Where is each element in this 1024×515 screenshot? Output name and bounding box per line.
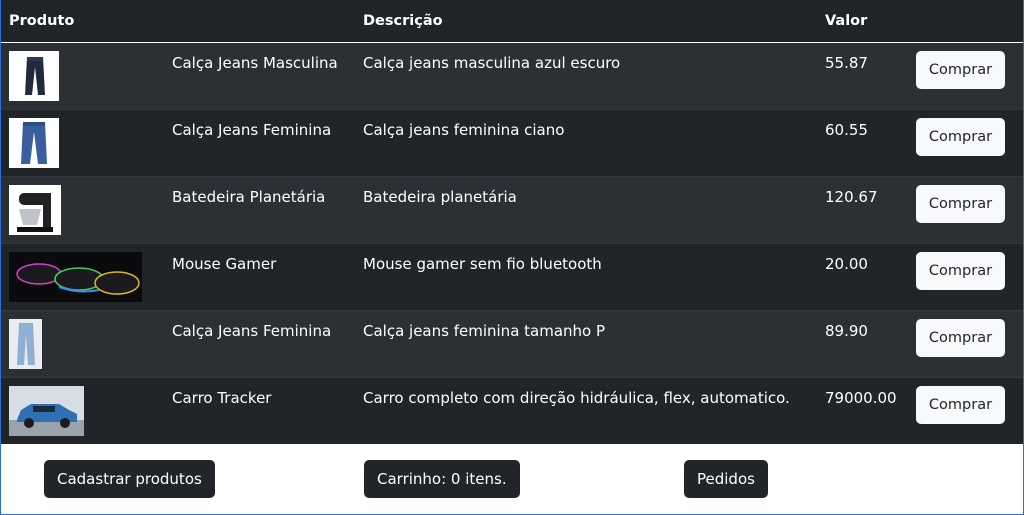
product-price: 89.90 <box>817 309 908 377</box>
table-row: Calça Jeans Masculina Calça jeans mascul… <box>1 41 1023 109</box>
product-description: Calça jeans feminina ciano <box>355 108 817 176</box>
product-description: Carro completo com direção hidráulica, f… <box>355 376 817 444</box>
product-price: 20.00 <box>817 242 908 310</box>
blue-jeans-image <box>9 117 59 168</box>
product-name: Carro Tracker <box>164 376 355 444</box>
dark-jeans-image <box>9 50 59 101</box>
product-price: 60.55 <box>817 108 908 176</box>
buy-button[interactable]: Comprar <box>916 117 1005 156</box>
table-row: Mouse Gamer Mouse gamer sem fio bluetoot… <box>1 242 1023 310</box>
buy-button[interactable]: Comprar <box>916 184 1005 223</box>
table-row: Carro Tracker Carro completo com direção… <box>1 376 1023 444</box>
product-description: Calça jeans feminina tamanho P <box>355 309 817 377</box>
product-price: 120.67 <box>817 175 908 243</box>
product-name: Batedeira Planetária <box>164 175 355 243</box>
product-name: Mouse Gamer <box>164 242 355 310</box>
product-name: Calça Jeans Masculina <box>164 41 355 109</box>
table-header-row: Produto Descrição Valor <box>1 0 1023 43</box>
buy-button[interactable]: Comprar <box>916 50 1005 89</box>
table-row: Calça Jeans Feminina Calça jeans feminin… <box>1 108 1023 176</box>
product-price: 55.87 <box>817 41 908 109</box>
header-descricao: Descrição <box>355 0 817 43</box>
table-row: Calça Jeans Feminina Calça jeans feminin… <box>1 309 1023 377</box>
product-description: Mouse gamer sem fio bluetooth <box>355 242 817 310</box>
light-jeans-image <box>9 318 42 369</box>
gamer-mouse-image <box>9 251 142 302</box>
product-description: Batedeira planetária <box>355 175 817 243</box>
header-valor: Valor <box>817 0 908 43</box>
carrinho-button[interactable]: Carrinho: 0 itens. <box>364 460 520 498</box>
header-produto: Produto <box>1 0 164 43</box>
buy-button[interactable]: Comprar <box>916 251 1005 290</box>
product-description: Calça jeans masculina azul escuro <box>355 41 817 109</box>
product-name: Calça Jeans Feminina <box>164 108 355 176</box>
pedidos-button[interactable]: Pedidos <box>684 460 768 498</box>
product-name: Calça Jeans Feminina <box>164 309 355 377</box>
products-table: Produto Descrição Valor Calça Jeans Masc… <box>1 0 1023 444</box>
stand-mixer-image <box>9 184 61 235</box>
cadastrar-produtos-button[interactable]: Cadastrar produtos <box>44 460 215 498</box>
buy-button[interactable]: Comprar <box>916 318 1005 357</box>
product-price: 79000.00 <box>817 376 908 444</box>
buy-button[interactable]: Comprar <box>916 385 1005 424</box>
blue-suv-image <box>9 385 84 436</box>
table-row: Batedeira Planetária Batedeira planetári… <box>1 175 1023 243</box>
